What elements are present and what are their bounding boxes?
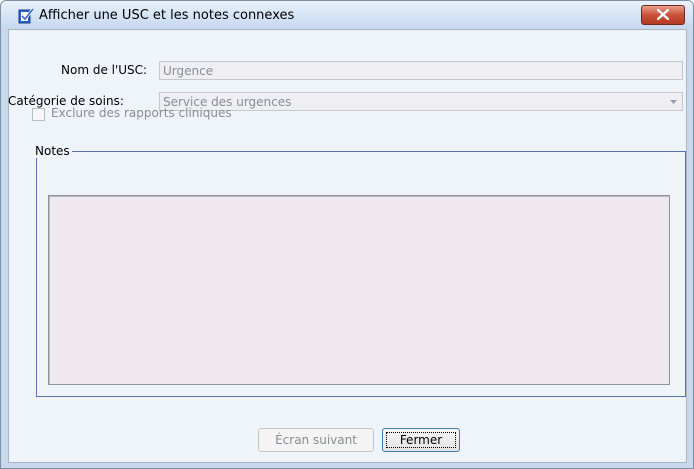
focus-ring	[386, 432, 456, 448]
close-button[interactable]	[641, 5, 685, 25]
notes-textarea[interactable]	[48, 195, 670, 385]
usc-name-label: Nom de l'USC:	[61, 63, 148, 77]
title-bar[interactable]: Afficher une USC et les notes connexes	[1, 1, 693, 29]
exclude-clinical-reports-label: Exclure des rapports cliniques	[51, 106, 232, 120]
care-category-select[interactable]: Service des urgences	[159, 92, 683, 111]
close-icon	[657, 9, 669, 20]
chevron-down-icon	[670, 100, 677, 104]
next-screen-button[interactable]: Écran suivant	[258, 428, 374, 452]
usc-name-field[interactable]: Urgence	[159, 61, 683, 80]
notes-group-label: Notes	[33, 144, 72, 158]
check-document-icon	[18, 8, 35, 24]
close-dialog-button[interactable]: Fermer	[382, 428, 460, 452]
window-title: Afficher une USC et les notes connexes	[39, 8, 295, 23]
exclude-clinical-reports-checkbox[interactable]	[32, 108, 45, 121]
